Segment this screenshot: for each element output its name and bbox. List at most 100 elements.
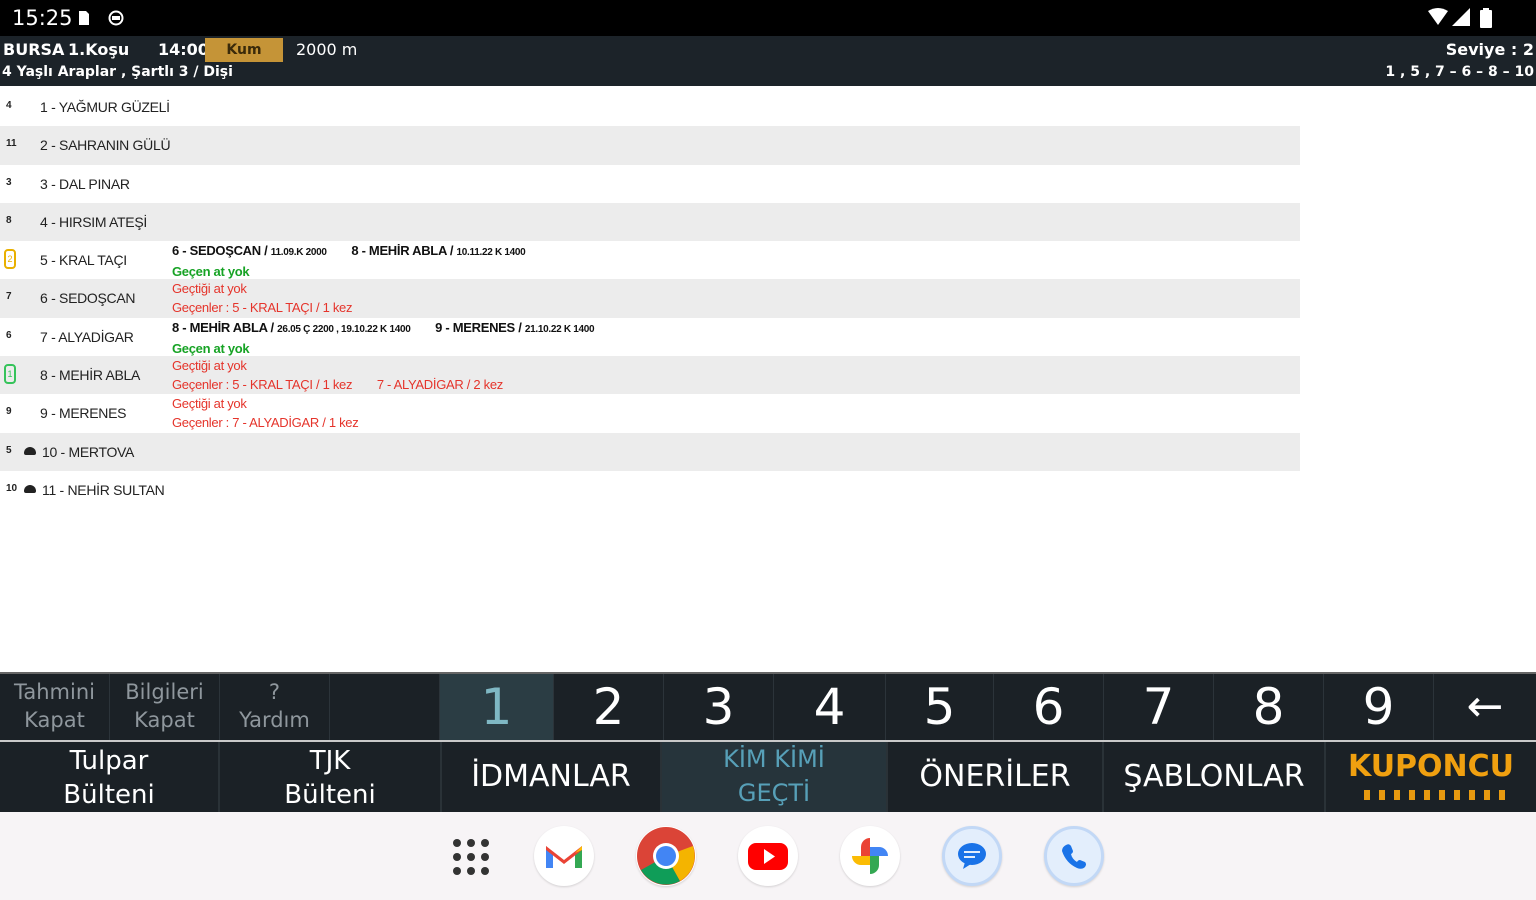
horse-name: 4 - HIRSIM ATEŞİ bbox=[40, 213, 147, 230]
saddle-number: 7 bbox=[6, 291, 12, 303]
tab-label: TJK bbox=[309, 746, 351, 776]
tab-label: KİM KİMİ bbox=[723, 745, 825, 773]
horse-name: 11 - NEHİR SULTAN bbox=[42, 481, 165, 498]
chrome-icon[interactable] bbox=[636, 826, 696, 886]
signal-icon bbox=[1452, 8, 1470, 26]
numpad: Tahmini Kapat Bilgileri Kapat ? Yardım 1… bbox=[0, 672, 1536, 740]
horse-name: 3 - DAL PINAR bbox=[40, 175, 130, 192]
race-header: BURSA 1.Koşu 14:00 Kum 2000 m 4 Yaşlı Ar… bbox=[0, 36, 1536, 86]
race-5-button[interactable]: 5 bbox=[886, 674, 994, 740]
photos-icon[interactable] bbox=[840, 826, 900, 886]
help-button[interactable]: ? Yardım bbox=[220, 674, 330, 740]
tab-oneriler[interactable]: ÖNERİLER bbox=[888, 742, 1104, 812]
tab-kuponcu[interactable]: KUPONCU bbox=[1326, 742, 1536, 812]
beaten-detail: 26.05 Ç 2200 , 19.10.22 K 1400 bbox=[277, 324, 411, 335]
horse-name: 7 - ALYADİGAR bbox=[40, 328, 134, 345]
beaten-detail: 10.11.22 K 1400 bbox=[456, 247, 526, 258]
horse-name: 2 - SAHRANIN GÜLÜ bbox=[40, 137, 171, 154]
tab-label: Tulpar bbox=[69, 746, 149, 776]
list-item[interactable]: 8 4 - HIRSIM ATEŞİ bbox=[0, 202, 1300, 242]
close-prediction-button[interactable]: Tahmini Kapat bbox=[0, 674, 110, 740]
passed-by: Geçenler : 5 - KRAL TAÇI / 1 kez 7 - ALY… bbox=[172, 375, 503, 394]
track-name: BURSA bbox=[3, 40, 65, 59]
button-label: Yardım bbox=[239, 708, 310, 732]
status-bar: 15:25 bbox=[0, 0, 1536, 36]
saddle-number: 5 bbox=[6, 444, 12, 456]
button-label: Kapat bbox=[24, 708, 85, 732]
button-label: Kapat bbox=[134, 708, 195, 732]
notes-kral-taci: 6 - SEDOŞCAN / 11.09.K 2000 8 - MEHİR AB… bbox=[172, 241, 526, 281]
tab-kim-kimi-gecti[interactable]: KİM KİMİ GEÇTİ bbox=[662, 742, 888, 812]
saddle-number: 3 bbox=[6, 176, 12, 188]
close-info-button[interactable]: Bilgileri Kapat bbox=[110, 674, 220, 740]
tab-label: KUPONCU bbox=[1347, 749, 1515, 784]
beaten-horse: 8 - MEHİR ABLA / bbox=[351, 243, 454, 258]
beat-none: Geçtiği at yok bbox=[172, 281, 247, 296]
passed-by-text: 7 - ALYADİGAR / 2 kez bbox=[376, 377, 503, 392]
numpad-spacer bbox=[330, 674, 440, 740]
saddle-number: 6 bbox=[6, 329, 12, 341]
sync-icon bbox=[108, 10, 124, 26]
notes-merenes: Geçtiği at yok Geçenler : 7 - ALYADİGAR … bbox=[172, 394, 359, 432]
list-item[interactable]: 3 3 - DAL PINAR bbox=[0, 165, 1300, 203]
kuponcu-dots bbox=[1364, 790, 1510, 800]
list-item[interactable]: 5 10 - MERTOVA bbox=[0, 432, 1300, 471]
tab-tjk-bulteni[interactable]: TJK Bülteni bbox=[220, 742, 442, 812]
button-label: ? bbox=[268, 680, 281, 704]
horse-name: 5 - KRAL TAÇI bbox=[40, 252, 127, 269]
list-item[interactable]: 10 11 - NEHİR SULTAN bbox=[0, 471, 1300, 509]
passed-by-text: Geçenler : 5 - KRAL TAÇI / 1 kez bbox=[172, 377, 353, 392]
beaten-line: 8 - MEHİR ABLA / 26.05 Ç 2200 , 19.10.22… bbox=[172, 318, 595, 339]
gmail-icon[interactable] bbox=[534, 826, 594, 886]
race-8-button[interactable]: 8 bbox=[1214, 674, 1324, 740]
beat-none: Geçtiği at yok bbox=[172, 396, 247, 411]
beaten-horse: 6 - SEDOŞCAN / bbox=[172, 243, 268, 258]
beaten-detail: 21.10.22 K 1400 bbox=[524, 324, 595, 335]
clock: 15:25 bbox=[12, 6, 73, 30]
passed-by: Geçenler : 5 - KRAL TAÇI / 1 kez bbox=[172, 300, 353, 315]
tab-tulpar-bulteni[interactable]: Tulpar Bülteni bbox=[0, 742, 220, 812]
race-7-button[interactable]: 7 bbox=[1104, 674, 1214, 740]
saddle-number: 8 bbox=[6, 214, 12, 226]
phone-icon[interactable] bbox=[1044, 826, 1104, 886]
back-arrow-icon[interactable]: ← bbox=[1434, 674, 1536, 740]
jockey-silks-icon bbox=[24, 484, 36, 493]
race-9-button[interactable]: 9 bbox=[1324, 674, 1434, 740]
button-label: Bilgileri bbox=[125, 680, 204, 704]
apps-icon[interactable] bbox=[452, 838, 490, 876]
list-item[interactable]: 4 1 - YAĞMUR GÜZELİ bbox=[0, 88, 1300, 126]
race-number: 1.Koşu bbox=[68, 40, 130, 59]
passed-by: Geçenler : 7 - ALYADİGAR / 1 kez bbox=[172, 415, 359, 430]
race-time: 14:00 bbox=[158, 40, 209, 59]
race-1-button[interactable]: 1 bbox=[440, 674, 554, 740]
race-order: 1 , 5 , 7 – 6 – 8 – 10 bbox=[1385, 64, 1534, 80]
beaten-detail: 11.09.K 2000 bbox=[270, 247, 327, 258]
battery-icon bbox=[1480, 8, 1492, 28]
youtube-icon[interactable] bbox=[738, 826, 798, 886]
tab-idmanlar[interactable]: İDMANLAR bbox=[442, 742, 662, 812]
beaten-line: 6 - SEDOŞCAN / 11.09.K 2000 8 - MEHİR AB… bbox=[172, 241, 526, 262]
race-distance: 2000 m bbox=[296, 40, 358, 59]
tab-label: Bülteni bbox=[284, 780, 376, 810]
sim-icon bbox=[79, 11, 89, 25]
race-level: Seviye : 2 bbox=[1445, 40, 1534, 59]
app-dock bbox=[0, 812, 1536, 900]
horse-name: 1 - YAĞMUR GÜZELİ bbox=[40, 99, 170, 115]
saddle-number: 9 bbox=[6, 406, 12, 418]
race-2-button[interactable]: 2 bbox=[554, 674, 664, 740]
race-3-button[interactable]: 3 bbox=[664, 674, 774, 740]
race-4-button[interactable]: 4 bbox=[774, 674, 886, 740]
button-label: Tahmini bbox=[14, 680, 95, 704]
beaten-horse: 8 - MEHİR ABLA / bbox=[172, 320, 274, 335]
beat-none: Geçtiği at yok bbox=[172, 358, 247, 373]
horse-name: 8 - MEHİR ABLA bbox=[40, 367, 141, 384]
saddle-number-badge: 1 bbox=[4, 364, 16, 385]
wifi-icon bbox=[1428, 8, 1448, 25]
notes-mehir-abla: Geçtiği at yok Geçenler : 5 - KRAL TAÇI … bbox=[172, 356, 503, 394]
horse-name: 9 - MERENES bbox=[40, 405, 127, 422]
race-6-button[interactable]: 6 bbox=[994, 674, 1104, 740]
tab-sablonlar[interactable]: ŞABLONLAR bbox=[1104, 742, 1326, 812]
list-item[interactable]: 11 2 - SAHRANIN GÜLÜ bbox=[0, 126, 1300, 165]
messages-icon[interactable] bbox=[942, 826, 1002, 886]
horse-name: 6 - SEDOŞCAN bbox=[40, 290, 136, 307]
